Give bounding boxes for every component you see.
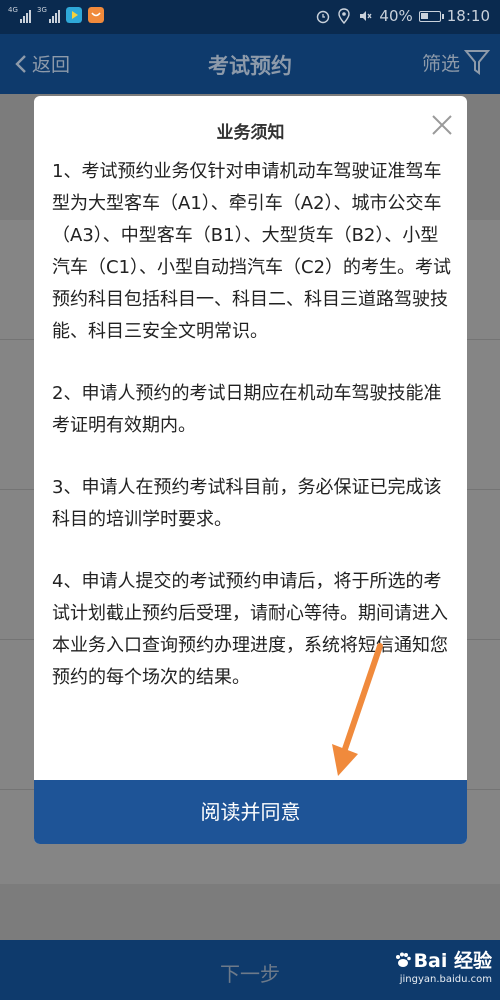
dialog-content[interactable]: 1、考试预约业务仅针对申请机动车驾驶证准驾车型为大型客车（A1）、牵引车（A2）… <box>52 156 452 772</box>
watermark-url: jingyan.baidu.com <box>399 974 492 985</box>
battery-icon <box>418 10 444 22</box>
filter-label: 筛选 <box>421 52 460 75</box>
agree-button[interactable]: 阅读并同意 <box>34 780 467 844</box>
notice-paragraph-4: 4、申请人提交的考试预约申请后，将于所选的考试计划截止预约后受理，请耐心等待。期… <box>52 571 448 688</box>
filter-button[interactable]: 筛选 <box>422 48 490 76</box>
notice-paragraph-3: 3、申请人在预约考试科目前，务必保证已完成该科目的培训学时要求。 <box>52 477 442 530</box>
location-icon <box>338 8 351 24</box>
notice-dialog: 业务须知 1、考试预约业务仅针对申请机动车驾驶证准驾车型为大型客车（A1）、牵引… <box>34 96 467 844</box>
status-bar: 4G 3G 40% 18:10 <box>0 0 500 34</box>
annotation-arrow <box>332 643 383 776</box>
notice-paragraph-2: 2、申请人预约的考试日期应在机动车驾驶技能准考证明有效期内。 <box>52 383 442 436</box>
video-app-icon <box>66 7 82 23</box>
network-type-label: 4G <box>8 6 18 14</box>
dialog-title: 业务须知 <box>216 123 285 143</box>
mute-icon <box>360 11 372 21</box>
signal-icon: 4G <box>8 7 31 23</box>
network-type-label: 3G <box>37 6 47 14</box>
baidu-paw-icon <box>395 952 411 967</box>
funnel-icon <box>464 50 490 75</box>
battery-percent: 40% <box>379 7 413 25</box>
clock: 18:10 <box>446 7 490 25</box>
baidu-jingyan-watermark: Bai 经验 jingyan.baidu.com <box>394 946 492 985</box>
signal-icon: 3G <box>37 7 60 23</box>
close-icon[interactable] <box>431 114 453 136</box>
shop-app-icon <box>88 7 104 23</box>
notice-paragraph-1: 1、考试预约业务仅针对申请机动车驾驶证准驾车型为大型客车（A1）、牵引车（A2）… <box>52 161 452 342</box>
app-header: 返回 考试预约 筛选 <box>0 34 500 94</box>
watermark-brand: Bai 经验 <box>413 950 492 972</box>
alarm-icon <box>317 10 330 24</box>
